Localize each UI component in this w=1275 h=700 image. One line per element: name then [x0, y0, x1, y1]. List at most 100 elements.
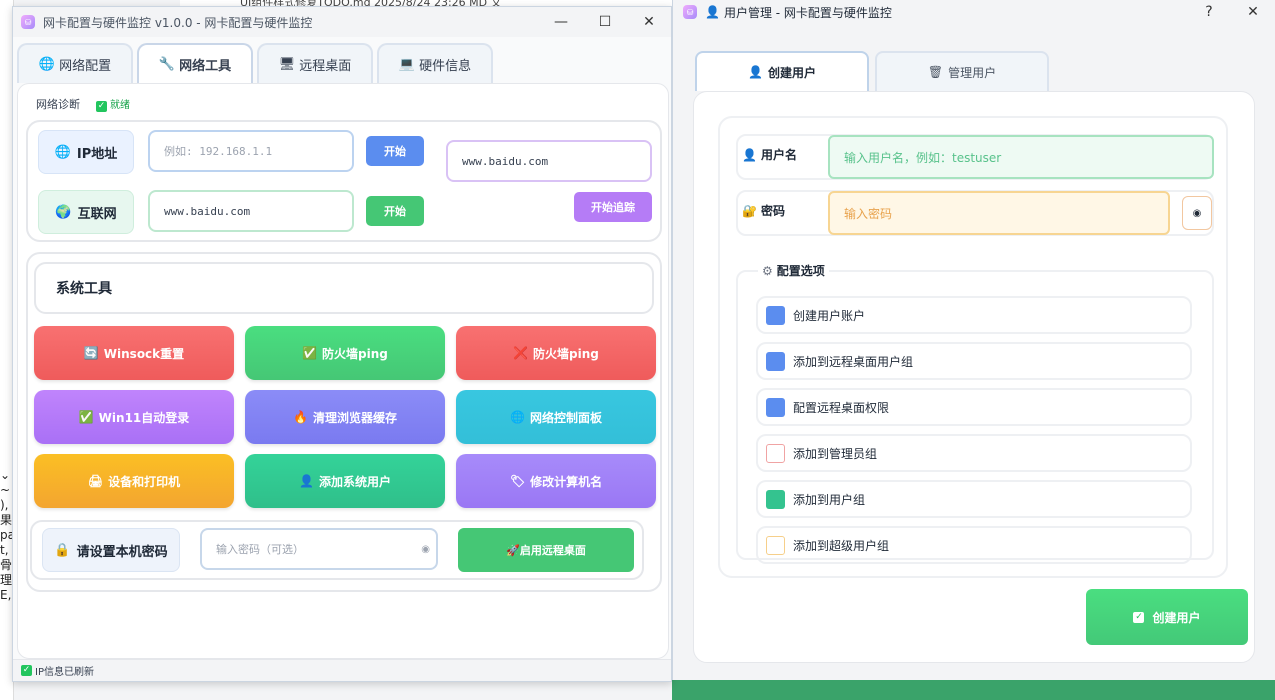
local-password-input[interactable]: 输入密码（可选） ◉	[200, 528, 438, 570]
printer-icon: 🖨	[87, 474, 104, 488]
tab-label: 网络工具	[179, 58, 232, 74]
eye-icon[interactable]: ◉	[421, 544, 430, 555]
main-window: ⛁ 网卡配置与硬件监控 v1.0.0 - 网卡配置与硬件监控 — ☐ ✕ 🌐 网…	[12, 6, 672, 682]
config-options-box: ⚙ 配置选项 创建用户账户 添加到远程桌面用户组 配置远程桌面权限 添加到管理员…	[736, 262, 1214, 564]
tab-network-config[interactable]: 🌐 网络配置	[17, 43, 133, 83]
check-icon: ✓	[1133, 611, 1145, 623]
add-system-user-button[interactable]: 👤 添加系统用户	[245, 454, 445, 508]
password-input[interactable]: 输入密码	[828, 191, 1170, 235]
firewall-ping-disable-button[interactable]: ❌ 防火墙ping	[456, 326, 656, 380]
monitor-icon: 🖥	[278, 56, 296, 72]
ip-input[interactable]: 例如: 192.168.1.1	[148, 130, 354, 172]
option-users-group[interactable]: 添加到用户组	[756, 480, 1192, 518]
create-user-form: 👤 用户名 输入用户名，例如：testuser 🔐 密码 输入密码 ◉ ⚙ 配置…	[718, 116, 1228, 578]
window-title: 网卡配置与硬件监控 v1.0.0 - 网卡配置与硬件监控	[43, 15, 313, 30]
tab-create-user[interactable]: 👤 创建用户	[695, 51, 869, 91]
main-titlebar[interactable]: ⛁ 网卡配置与硬件监控 v1.0.0 - 网卡配置与硬件监控 — ☐ ✕	[13, 7, 671, 37]
cross-icon: ❌	[513, 346, 529, 360]
check-icon: ✓	[21, 665, 32, 676]
checkbox[interactable]	[766, 535, 785, 555]
check-icon: ✓	[96, 101, 107, 112]
create-user-button[interactable]: ✓ 创建用户	[1086, 589, 1248, 645]
status-badge: ✓ 就绪	[96, 100, 130, 112]
local-password-row: 🔒 请设置本机密码 输入密码（可选） ◉ 🚀 启用远程桌面	[30, 520, 644, 580]
gear-icon: ⚙	[762, 263, 773, 278]
checkbox[interactable]	[766, 351, 785, 371]
checkbox[interactable]	[766, 305, 785, 325]
trash-icon: 🗑	[927, 65, 944, 79]
refresh-icon: 🔄	[83, 346, 99, 360]
user-titlebar[interactable]: ⛁ 👤 用户管理 - 网卡配置与硬件监控 ? ✕	[673, 0, 1275, 24]
checkbox[interactable]	[766, 397, 785, 417]
enable-remote-desktop-button[interactable]: 🚀 启用远程桌面	[458, 528, 634, 572]
eye-icon[interactable]: ◉	[1182, 196, 1212, 230]
background-desktop	[672, 680, 1275, 700]
username-input[interactable]: 输入用户名，例如：testuser	[828, 135, 1214, 179]
tag-icon: 🏷	[509, 474, 526, 488]
ip-start-button[interactable]: 开始	[366, 136, 424, 166]
internet-input[interactable]: www.baidu.com	[148, 190, 354, 232]
help-button[interactable]: ?	[1187, 0, 1231, 27]
tab-network-tools[interactable]: 🔧 网络工具	[137, 43, 253, 83]
close-button[interactable]: ✕	[1231, 0, 1275, 27]
rocket-icon: 🚀	[506, 543, 520, 557]
rename-computer-button[interactable]: 🏷 修改计算机名	[456, 454, 656, 508]
clear-browser-cache-button[interactable]: 🔥 清理浏览器缓存	[245, 390, 445, 444]
globe-icon: 🌐	[510, 410, 525, 424]
option-admin-group[interactable]: 添加到管理员组	[756, 434, 1192, 472]
create-user-panel: 👤 用户名 输入用户名，例如：testuser 🔐 密码 输入密码 ◉ ⚙ 配置…	[693, 91, 1255, 663]
tab-hardware-info[interactable]: 💻 硬件信息	[377, 43, 493, 83]
firewall-ping-enable-button[interactable]: ✅ 防火墙ping	[245, 326, 445, 380]
tab-label: 网络配置	[59, 58, 112, 74]
network-diagnosis-box: 🌐 IP地址 例如: 192.168.1.1 开始 🌍 互联网 www.baid…	[26, 120, 662, 242]
main-tabs: 🌐 网络配置 🔧 网络工具 🖥 远程桌面 💻 硬件信息	[17, 43, 493, 83]
maximize-button[interactable]: ☐	[583, 7, 627, 37]
user-icon: 👤	[705, 5, 720, 19]
diagnosis-header: 网络诊断 ✓ 就绪	[36, 96, 130, 112]
trace-start-button[interactable]: 开始追踪	[574, 192, 652, 222]
tab-remote-desktop[interactable]: 🖥 远程桌面	[257, 43, 373, 83]
config-options-title: ⚙ 配置选项	[758, 262, 829, 279]
tab-label: 远程桌面	[299, 58, 352, 74]
laptop-icon: 💻	[398, 56, 416, 72]
username-row: 👤 用户名 输入用户名，例如：testuser	[736, 134, 1214, 180]
lock-key-icon: 🔐	[742, 203, 757, 218]
globe-icon: 🌐	[38, 56, 56, 72]
user-icon: 👤	[748, 65, 763, 79]
password-label: 🔐 密码	[742, 203, 785, 219]
user-management-window: ⛁ 👤 用户管理 - 网卡配置与硬件监控 ? ✕ 👤 创建用户 🗑 管理用户 👤…	[672, 0, 1275, 680]
option-power-users-group[interactable]: 添加到超级用户组	[756, 526, 1192, 564]
tab-label: 硬件信息	[419, 58, 472, 74]
winsock-reset-button[interactable]: 🔄 Winsock重置	[34, 326, 234, 380]
devices-printers-button[interactable]: 🖨 设备和打印机	[34, 454, 234, 508]
win11-autologin-button[interactable]: ✅ Win11自动登录	[34, 390, 234, 444]
user-icon: 👤	[299, 474, 314, 488]
diagnosis-label: 网络诊断	[36, 98, 80, 111]
username-label: 👤 用户名	[742, 147, 797, 163]
option-remote-desktop-permission[interactable]: 配置远程桌面权限	[756, 388, 1192, 426]
status-text: IP信息已刷新	[35, 667, 94, 678]
option-create-account[interactable]: 创建用户账户	[756, 296, 1192, 334]
option-remote-desktop-group[interactable]: 添加到远程桌面用户组	[756, 342, 1192, 380]
globe-icon: 🌐	[54, 144, 71, 160]
tab-manage-users[interactable]: 🗑 管理用户	[875, 51, 1049, 91]
internet-start-button[interactable]: 开始	[366, 196, 424, 226]
close-button[interactable]: ✕	[627, 7, 671, 37]
fire-icon: 🔥	[293, 410, 308, 424]
status-bar: ✓ IP信息已刷新	[13, 659, 671, 681]
network-control-panel-button[interactable]: 🌐 网络控制面板	[456, 390, 656, 444]
user-icon: 👤	[742, 147, 757, 162]
local-password-label: 🔒 请设置本机密码	[42, 528, 180, 572]
window-title: 用户管理 - 网卡配置与硬件监控	[723, 5, 892, 20]
app-icon: ⛁	[21, 15, 35, 29]
checkbox[interactable]	[766, 443, 785, 463]
app-icon: ⛁	[683, 5, 697, 19]
checkbox[interactable]	[766, 489, 785, 509]
check-icon: ✅	[302, 346, 318, 360]
trace-input[interactable]: www.baidu.com	[446, 140, 652, 182]
tools-grid: 🔄 Winsock重置 ✅ 防火墙ping ❌ 防火墙ping ✅ Win11自动登录 …	[34, 326, 656, 508]
internet-label: 🌍 互联网	[38, 190, 134, 234]
system-tools-title: 系统工具	[34, 262, 654, 314]
password-row: 🔐 密码 输入密码 ◉	[736, 190, 1214, 236]
minimize-button[interactable]: —	[539, 7, 583, 37]
